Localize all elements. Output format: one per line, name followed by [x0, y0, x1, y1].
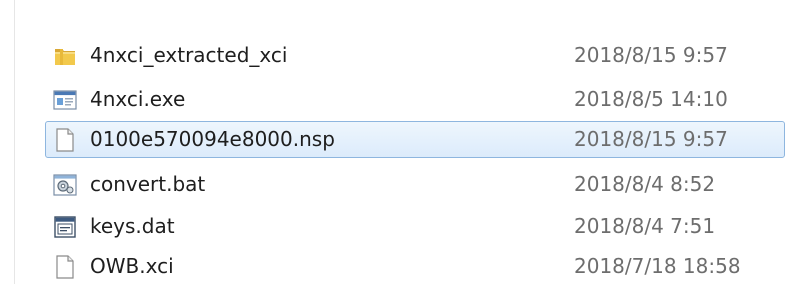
file-name: keys.dat: [90, 214, 175, 238]
file-name: convert.bat: [90, 172, 206, 196]
file-row[interactable]: keys.dat 2018/8/4 7:51: [45, 208, 785, 245]
file-name: OWB.xci: [90, 254, 174, 278]
file-name: 0100e570094e8000.nsp: [90, 127, 335, 151]
dat-file-icon: [52, 214, 78, 240]
file-row[interactable]: OWB.xci 2018/7/18 18:58: [45, 248, 785, 284]
file-date-modified: 2018/8/15 9:57: [574, 43, 728, 67]
file-date-modified: 2018/8/5 14:10: [574, 87, 728, 111]
file-row-selected[interactable]: 0100e570094e8000.nsp 2018/8/15 9:57: [45, 121, 785, 158]
folder-icon: [52, 43, 78, 69]
file-date-modified: 2018/8/4 7:51: [574, 214, 716, 238]
file-name: 4nxci.exe: [90, 87, 186, 111]
application-icon: [52, 87, 78, 113]
blank-file-icon: [52, 127, 78, 153]
file-row[interactable]: 4nxci.exe 2018/8/5 14:10: [45, 81, 785, 118]
file-name: 4nxci_extracted_xci: [90, 43, 288, 67]
batch-file-icon: [52, 172, 78, 198]
file-row[interactable]: convert.bat 2018/8/4 8:52: [45, 166, 785, 203]
file-list: 4nxci_extracted_xci 2018/8/15 9:57 4nxci…: [0, 0, 790, 284]
explorer-file-pane: 4nxci_extracted_xci 2018/8/15 9:57 4nxci…: [0, 0, 790, 284]
file-date-modified: 2018/8/15 9:57: [574, 127, 728, 151]
file-row[interactable]: 4nxci_extracted_xci 2018/8/15 9:57: [45, 37, 785, 74]
file-date-modified: 2018/8/4 8:52: [574, 172, 716, 196]
blank-file-icon: [52, 254, 78, 280]
file-date-modified: 2018/7/18 18:58: [574, 254, 741, 278]
